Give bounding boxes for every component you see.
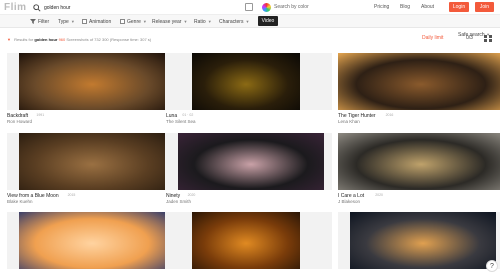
film-still [178,133,324,190]
animation-checkbox[interactable] [82,19,87,24]
filter-button[interactable]: Filter [30,17,49,26]
release-year-dropdown[interactable]: Release year ▼ [152,17,187,26]
genre-label: Genre [127,18,141,25]
chevron-down-icon: ▼ [245,19,250,24]
thumbnail[interactable] [7,53,173,110]
filter-bar: Filter Type ▼ Animation Genre ▼ Release ye… [0,15,500,38]
thumbnail[interactable] [166,53,332,110]
chevron-down-icon: ▼ [142,19,147,24]
nav-blog[interactable]: Blog [400,4,410,10]
film-still [192,53,300,110]
type-dropdown[interactable]: Type ▼ [58,17,75,26]
search-input[interactable]: golden hour [44,5,70,11]
card-year: 2016 [385,113,394,117]
thumbnail[interactable] [166,133,332,190]
animation-label: Animation [89,18,112,25]
grid-view-icon[interactable] [484,35,492,42]
video-tooltip: Video [258,16,278,26]
nav-pricing[interactable]: Pricing [374,4,389,10]
genre-dropdown[interactable]: Genre ▼ [120,17,147,26]
login-button[interactable]: Login [449,2,469,12]
join-button[interactable]: Join [475,2,494,12]
characters-dropdown[interactable]: Characters ▼ [219,17,249,26]
card-year: 1991 [36,113,45,117]
film-still [19,133,165,190]
results-query: golden hour [34,37,58,42]
thumbnail[interactable] [338,133,500,190]
chevron-down-icon: ▼ [70,19,75,24]
results-count: 960 [58,37,66,42]
thumbnail[interactable] [338,53,500,110]
card-subtitle[interactable]: Lena Khan [338,119,360,124]
film-still [19,53,165,110]
thumbnail[interactable] [166,212,332,269]
results-prefix: Results for [14,37,34,42]
card-year: 2020 [187,193,196,197]
film-still [338,53,500,110]
daily-limit-link[interactable]: Daily limit [422,35,443,41]
type-label: Type [58,18,69,25]
film-still [350,212,496,269]
results-summary: ▼ Results for golden hour 960 Screenshot… [7,37,151,42]
genre-checkbox[interactable] [120,19,125,24]
top-bar: Flim golden hour Search by color Pricing… [0,0,500,15]
thumbnail[interactable] [338,212,500,269]
card-subtitle[interactable]: Blake Kuehn [7,199,33,204]
ratio-dropdown[interactable]: Ratio ▼ [194,17,212,26]
image-search-icon[interactable] [245,3,253,11]
filter-icon [30,19,36,24]
chevron-down-icon: ▼ [183,19,188,24]
card-year: 2020 [375,193,383,197]
card-subtitle[interactable]: J Blakeson [338,199,360,204]
color-search-label[interactable]: Search by color [274,4,309,10]
card-subtitle[interactable]: Ron Howard [7,119,32,124]
help-button[interactable]: ? [486,260,498,272]
thumbnail[interactable] [7,212,173,269]
card-subtitle[interactable]: Jaden Smith [166,199,191,204]
chevron-down-icon[interactable]: ▼ [7,37,11,42]
card-year: 2015 [67,193,76,197]
logo[interactable]: Flim [4,2,27,13]
card-year: 01 · 02 [182,113,194,117]
color-wheel-icon[interactable] [262,3,271,12]
thumbnail[interactable] [7,133,173,190]
film-still [19,212,165,269]
animation-toggle[interactable]: Animation [82,17,111,26]
search-bar[interactable]: golden hour [33,2,241,13]
release-year-label: Release year [152,18,182,25]
nav-about[interactable]: About [421,4,434,10]
filter-label: Filter [38,18,50,25]
film-still [338,133,500,190]
characters-label: Characters [219,18,244,25]
page-count: 0/3 [466,35,473,41]
film-still [192,212,300,269]
ratio-label: Ratio [194,18,206,25]
search-icon [33,3,41,12]
card-subtitle[interactable]: The Silent Sea [166,119,196,124]
results-suffix: Screenshots of 732 300 (Response time: 3… [66,37,152,42]
chevron-down-icon: ▼ [207,19,212,24]
